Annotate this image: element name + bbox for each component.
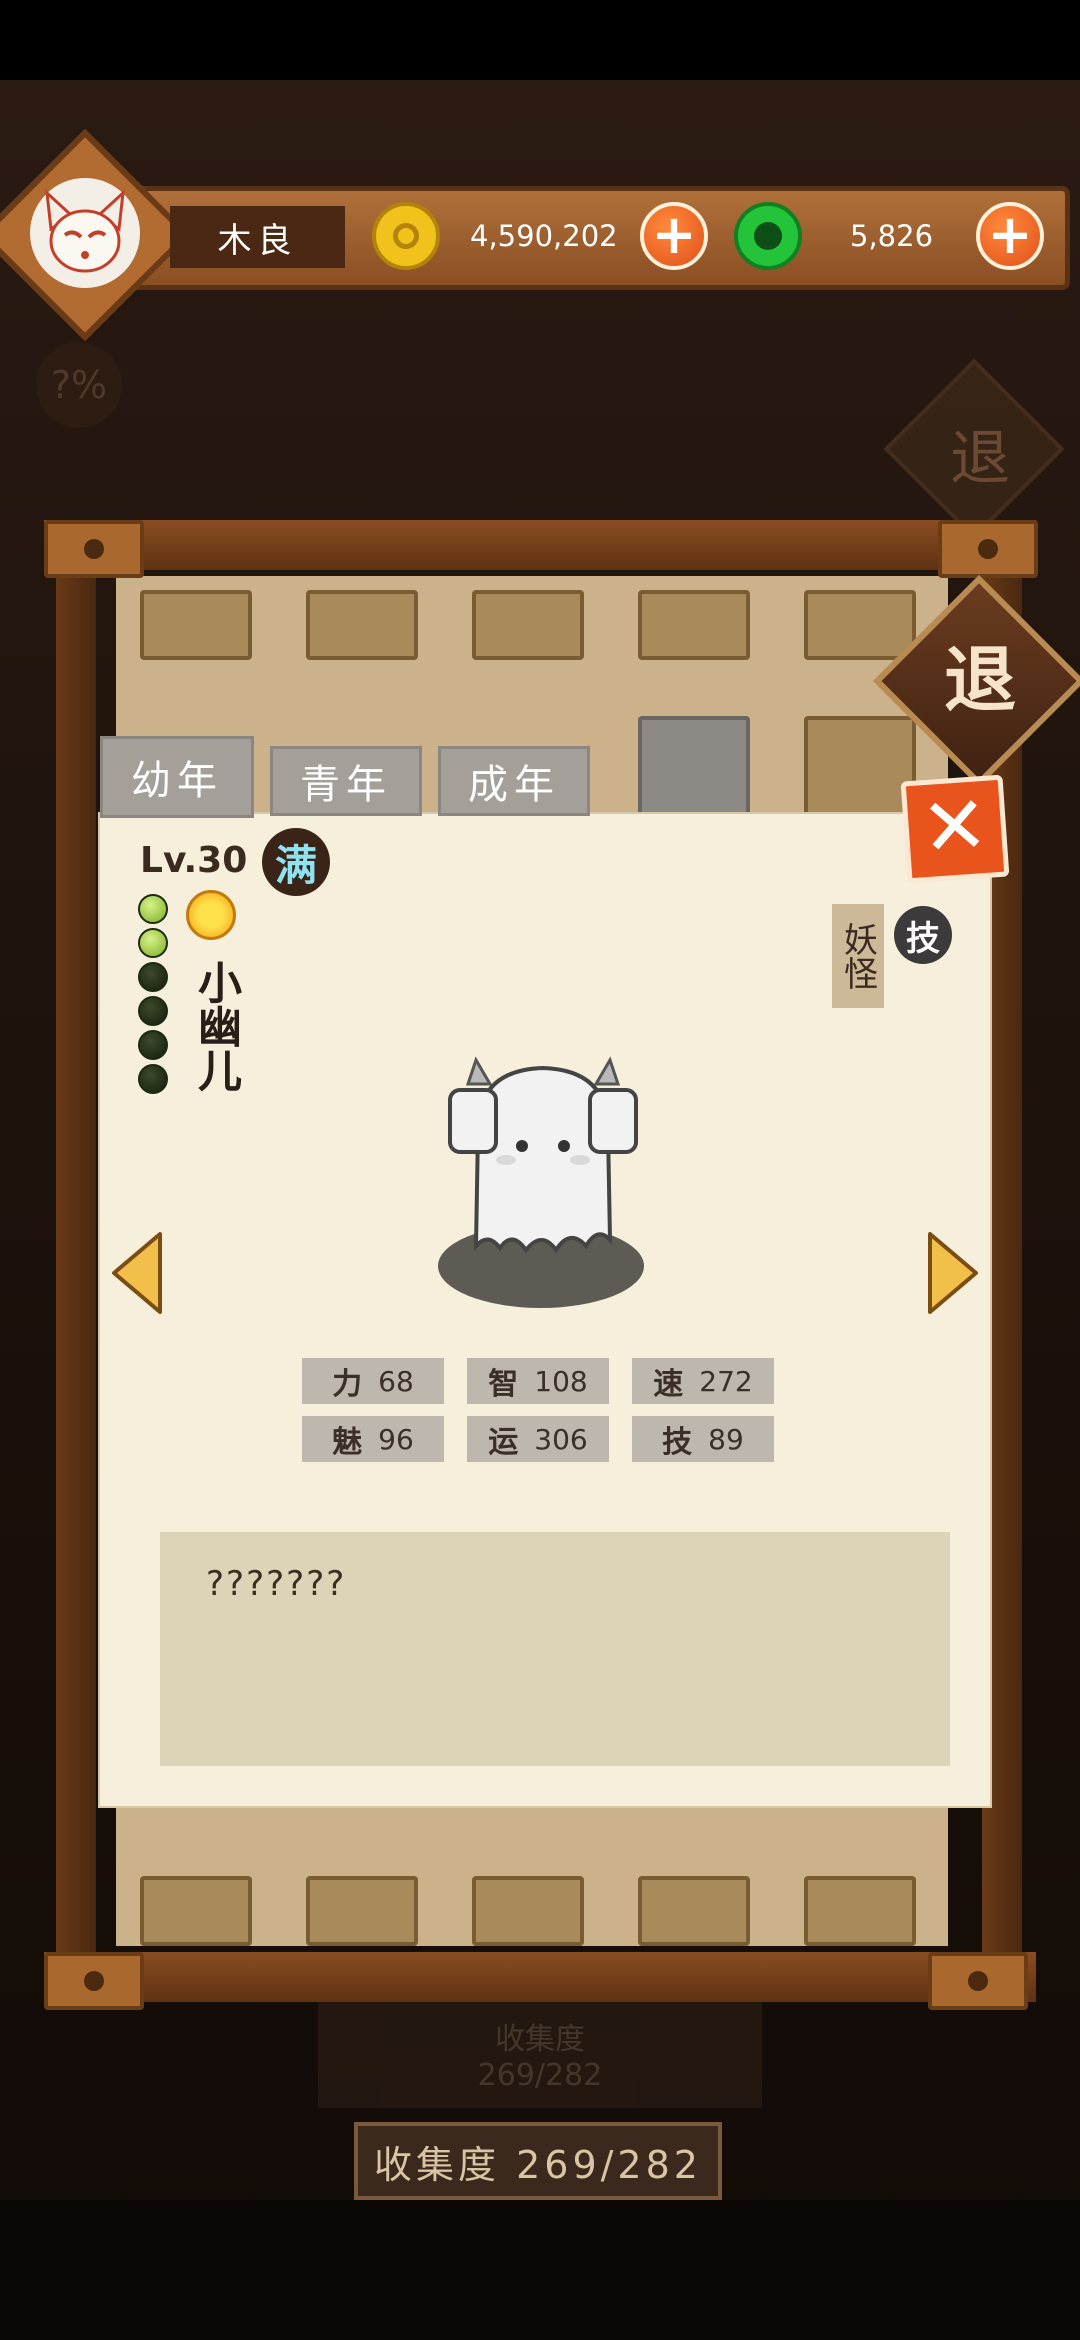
tab-young[interactable]: 幼年: [100, 736, 254, 818]
card-slot[interactable]: [140, 590, 252, 660]
star-icon: [138, 1064, 168, 1094]
gold-amount: 4,590,202: [470, 219, 618, 253]
card-slot[interactable]: [140, 1876, 252, 1946]
frame-left-post: [56, 540, 96, 1980]
add-jade-button[interactable]: +: [976, 202, 1044, 270]
jade-coin-icon: [734, 202, 802, 270]
frame-peg: [44, 1952, 144, 2010]
jade-amount: 5,826: [850, 219, 934, 253]
frame-top-beam: [44, 520, 1036, 570]
tab-adult[interactable]: 成年: [438, 746, 590, 816]
pet-level: Lv.30: [140, 840, 248, 881]
pet-description: ???????: [206, 1564, 347, 1604]
frame-peg: [938, 520, 1038, 578]
player-name: 木良: [170, 206, 345, 268]
card-slot[interactable]: [472, 590, 584, 660]
background-exit-label: 退: [950, 424, 1010, 494]
star-icon: [138, 894, 168, 924]
stat-intelligence: 智 108: [467, 1358, 609, 1404]
card-slot[interactable]: [306, 1876, 418, 1946]
card-slot[interactable]: [472, 1876, 584, 1946]
collection-counter: 收集度 269/282: [354, 2122, 722, 2200]
star-rating: [138, 894, 172, 1104]
tab-teen[interactable]: 青年: [270, 746, 422, 816]
star-icon: [138, 928, 168, 958]
card-slot[interactable]: [804, 1876, 916, 1946]
card-slot[interactable]: [638, 590, 750, 660]
skill-badge[interactable]: 技: [894, 906, 952, 964]
star-icon: [138, 1030, 168, 1060]
type-tag: 妖怪: [832, 904, 884, 1008]
frame-peg: [928, 1952, 1028, 2010]
fox-mask-icon: [45, 189, 125, 273]
frame-peg: [44, 520, 144, 578]
stat-luck: 运 306: [467, 1416, 609, 1462]
star-icon: [138, 962, 168, 992]
background-collection-counter: 收集度 269/282: [318, 2002, 762, 2108]
previous-arrow-icon[interactable]: [110, 1230, 164, 1316]
close-button[interactable]: ✕: [900, 774, 1010, 884]
card-slot[interactable]: [638, 716, 750, 826]
discount-icon: ?%: [36, 342, 122, 428]
star-icon: [138, 996, 168, 1026]
card-slot[interactable]: [804, 716, 916, 826]
frame-bottom-beam: [44, 1952, 1036, 2002]
status-bar-area: [0, 0, 1080, 80]
bottom-area: [0, 2200, 1080, 2340]
card-slot[interactable]: [804, 590, 916, 660]
next-arrow-icon[interactable]: [926, 1230, 980, 1316]
exit-button-label[interactable]: 退: [910, 620, 1050, 740]
max-level-badge: 满: [262, 828, 330, 896]
ghost-pet-illustration: [448, 1056, 638, 1254]
stat-skill: 技 89: [632, 1416, 774, 1462]
fox-mask-avatar-icon[interactable]: [30, 178, 140, 288]
stat-charm: 魅 96: [302, 1416, 444, 1462]
gold-coin-icon: [372, 202, 440, 270]
stat-speed: 速 272: [632, 1358, 774, 1404]
add-gold-button[interactable]: +: [640, 202, 708, 270]
card-slot[interactable]: [306, 590, 418, 660]
stat-strength: 力 68: [302, 1358, 444, 1404]
card-slot[interactable]: [638, 1876, 750, 1946]
pet-name: 小幽儿: [190, 960, 241, 1092]
sun-element-icon: [186, 890, 236, 940]
